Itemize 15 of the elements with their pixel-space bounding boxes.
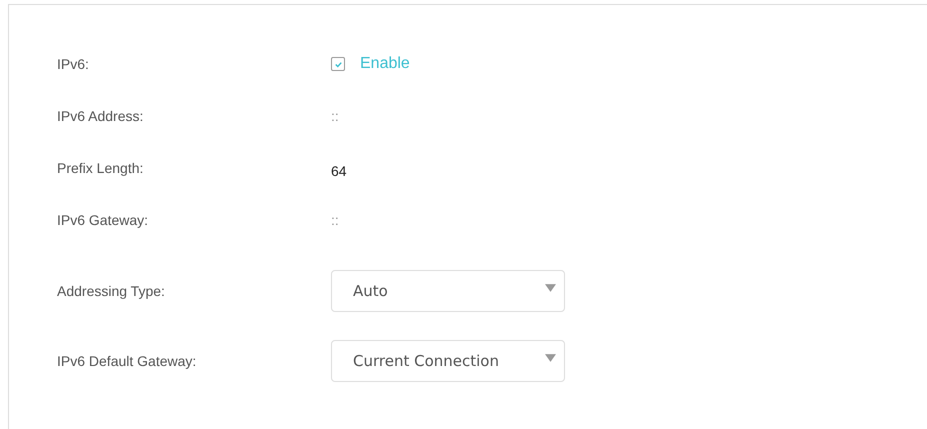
- field-label: Addressing Type:: [56, 283, 166, 299]
- field-value: ::: [331, 212, 339, 228]
- dropdown[interactable]: Auto: [331, 270, 565, 312]
- checkbox[interactable]: [331, 57, 345, 71]
- caret-icon: [545, 284, 556, 292]
- field-value: 64: [331, 163, 347, 179]
- field-label: IPv6 Address:: [56, 108, 144, 124]
- field-value: ::: [331, 108, 339, 124]
- check-icon: [334, 60, 342, 68]
- dropdown[interactable]: Current Connection: [331, 340, 565, 382]
- caret-icon: [545, 354, 556, 362]
- field-label: IPv6:: [56, 56, 90, 72]
- field-label: Prefix Length:: [56, 160, 144, 176]
- field-label: IPv6 Gateway:: [56, 212, 150, 228]
- field-label: IPv6 Default Gateway:: [56, 353, 198, 369]
